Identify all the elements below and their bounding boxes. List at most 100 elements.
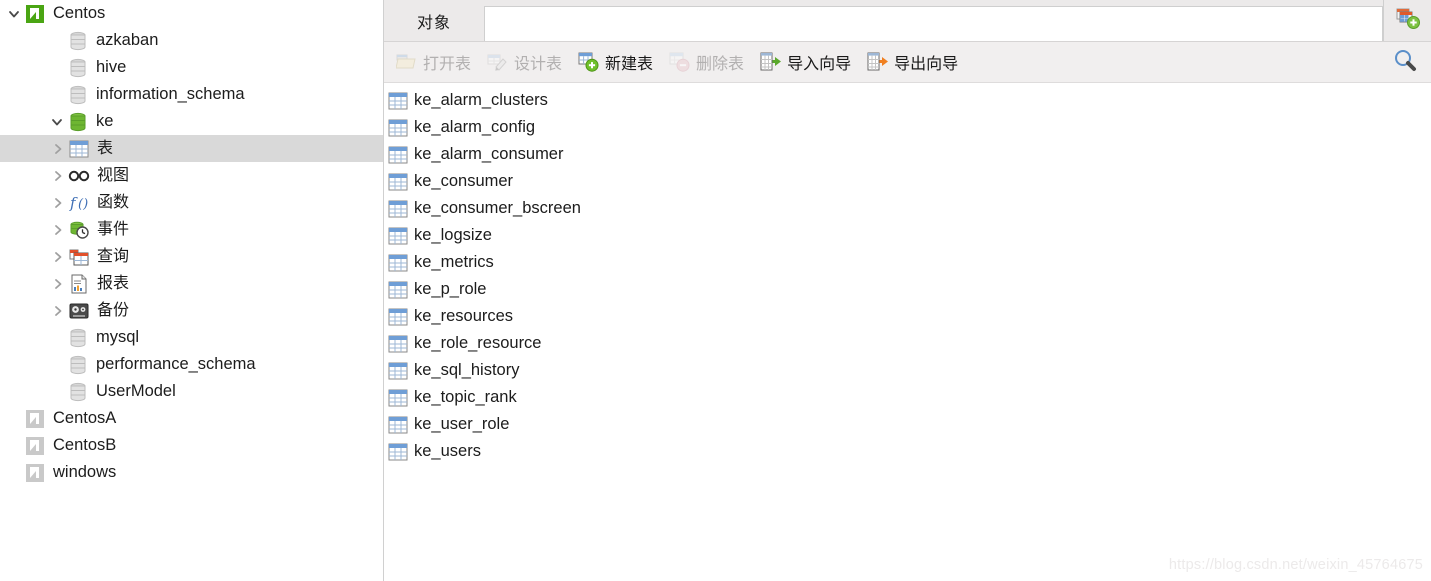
- tree-item-label: ke: [96, 112, 114, 130]
- tab-object-label: 对象: [416, 14, 451, 32]
- tree-item-performance_schema[interactable]: performance_schema: [0, 351, 383, 378]
- table-icon: [388, 173, 408, 191]
- object-list-item[interactable]: ke_consumer: [384, 168, 1431, 195]
- object-list-item-label: ke_consumer_bscreen: [414, 199, 581, 217]
- tree-item-label: 查询: [97, 248, 130, 265]
- connection-grey-icon: [24, 409, 46, 429]
- tree-item-报表[interactable]: 报表: [0, 270, 383, 297]
- chevron-right-icon[interactable]: [48, 277, 68, 291]
- object-list-item[interactable]: ke_users: [384, 438, 1431, 465]
- chevron-right-icon[interactable]: [48, 223, 68, 237]
- table-icon: [388, 146, 408, 164]
- connection-grey-icon: [24, 436, 46, 456]
- object-list-item[interactable]: ke_p_role: [384, 276, 1431, 303]
- tree-item-函数[interactable]: f() 函数: [0, 189, 383, 216]
- chevron-right-icon[interactable]: [48, 142, 68, 156]
- chevron-right-icon[interactable]: [48, 250, 68, 264]
- tree-item-windows[interactable]: windows: [0, 459, 383, 486]
- object-list-item[interactable]: ke_resources: [384, 303, 1431, 330]
- toolbar-button-group: 打开表 设计表 新建表 删除表 导入向导 导出向导: [390, 47, 968, 77]
- tree-item-视图[interactable]: 视图: [0, 162, 383, 189]
- report-icon: [68, 274, 90, 294]
- tab-content-area: [484, 6, 1383, 41]
- tab-strip: 对象: [384, 0, 1431, 42]
- table-icon: [388, 200, 408, 218]
- chevron-down-icon[interactable]: [4, 7, 24, 21]
- tree-item-UserModel[interactable]: UserModel: [0, 378, 383, 405]
- table-icon: [388, 119, 408, 137]
- object-list-item-label: ke_consumer: [414, 172, 514, 190]
- object-toolbar: 打开表 设计表 新建表 删除表 导入向导 导出向导: [384, 42, 1431, 83]
- export-wizard-icon: [867, 52, 889, 72]
- tree-item-information_schema[interactable]: information_schema: [0, 81, 383, 108]
- tree-item-Centos[interactable]: Centos: [0, 0, 383, 27]
- event-clock-icon: [68, 220, 90, 240]
- toolbar-button-label: 新建表: [605, 56, 654, 73]
- delete-table-icon: [669, 52, 691, 72]
- toolbar-button-import-wizard[interactable]: 导入向导: [754, 47, 857, 77]
- chevron-down-icon[interactable]: [47, 115, 67, 129]
- connection-tree[interactable]: Centos azkaban hive information_schemake 表视图…: [0, 0, 383, 486]
- toolbar-button-new-table[interactable]: 新建表: [572, 47, 659, 77]
- object-list-item[interactable]: ke_sql_history: [384, 357, 1431, 384]
- tab-object[interactable]: 对象: [384, 0, 484, 41]
- tree-item-label: UserModel: [96, 382, 176, 400]
- object-list-item[interactable]: ke_user_role: [384, 411, 1431, 438]
- object-list-item[interactable]: ke_metrics: [384, 249, 1431, 276]
- object-list-item[interactable]: ke_logsize: [384, 222, 1431, 249]
- toolbar-button-label: 删除表: [696, 56, 745, 73]
- chevron-right-icon[interactable]: [48, 196, 68, 210]
- connection-tree-panel[interactable]: Centos azkaban hive information_schemake 表视图…: [0, 0, 383, 581]
- tree-item-label: windows: [53, 463, 117, 481]
- table-icon: [388, 443, 408, 461]
- database-grey-icon: [67, 31, 89, 51]
- table-icon: [388, 227, 408, 245]
- toolbar-button-open-table: 打开表: [390, 47, 477, 77]
- search-button[interactable]: [1379, 42, 1431, 83]
- tree-item-CentosB[interactable]: CentosB: [0, 432, 383, 459]
- database-grey-icon: [67, 382, 89, 402]
- connection-grey-icon: [24, 463, 46, 483]
- tree-item-事件[interactable]: 事件: [0, 216, 383, 243]
- object-list-item[interactable]: ke_role_resource: [384, 330, 1431, 357]
- tree-item-label: 事件: [97, 221, 130, 238]
- object-list-item-label: ke_alarm_config: [414, 118, 536, 136]
- navicat-window: Centos azkaban hive information_schemake 表视图…: [0, 0, 1431, 581]
- tree-item-CentosA[interactable]: CentosA: [0, 405, 383, 432]
- tree-item-mysql[interactable]: mysql: [0, 324, 383, 351]
- database-grey-icon: [67, 58, 89, 78]
- tree-item-label: 函数: [97, 194, 130, 211]
- object-list[interactable]: ke_alarm_clusters ke_alarm_config ke_alarm…: [384, 83, 1431, 581]
- tree-item-label: mysql: [96, 328, 140, 346]
- object-list-item[interactable]: ke_alarm_clusters: [384, 87, 1431, 114]
- tree-item-hive[interactable]: hive: [0, 54, 383, 81]
- toolbar-button-label: 设计表: [514, 56, 563, 73]
- tree-item-备份[interactable]: 备份: [0, 297, 383, 324]
- tree-item-ke[interactable]: ke: [0, 108, 383, 135]
- object-list-item-label: ke_topic_rank: [414, 388, 517, 406]
- tree-item-表[interactable]: 表: [0, 135, 383, 162]
- new-table-icon: [578, 52, 600, 72]
- tree-item-azkaban[interactable]: azkaban: [0, 27, 383, 54]
- tree-item-label: CentosA: [53, 409, 117, 427]
- tree-item-label: Centos: [53, 4, 106, 22]
- chevron-right-icon[interactable]: [48, 169, 68, 183]
- tree-item-label: 备份: [97, 302, 130, 319]
- object-list-item[interactable]: ke_alarm_config: [384, 114, 1431, 141]
- new-object-button[interactable]: [1383, 0, 1431, 41]
- backup-icon: [68, 301, 90, 321]
- svg-text:(): (): [78, 197, 88, 212]
- object-list-item[interactable]: ke_topic_rank: [384, 384, 1431, 411]
- object-list-item[interactable]: ke_alarm_consumer: [384, 141, 1431, 168]
- object-list-item[interactable]: ke_consumer_bscreen: [384, 195, 1431, 222]
- function-icon: f(): [68, 193, 90, 213]
- tree-item-查询[interactable]: 查询: [0, 243, 383, 270]
- table-icon: [68, 139, 90, 159]
- object-list-item-label: ke_sql_history: [414, 361, 520, 379]
- design-table-icon: [487, 52, 509, 72]
- chevron-right-icon[interactable]: [48, 304, 68, 318]
- table-icon: [388, 416, 408, 434]
- query-icon: [68, 247, 90, 267]
- search-icon: [1392, 47, 1418, 78]
- toolbar-button-export-wizard[interactable]: 导出向导: [861, 47, 964, 77]
